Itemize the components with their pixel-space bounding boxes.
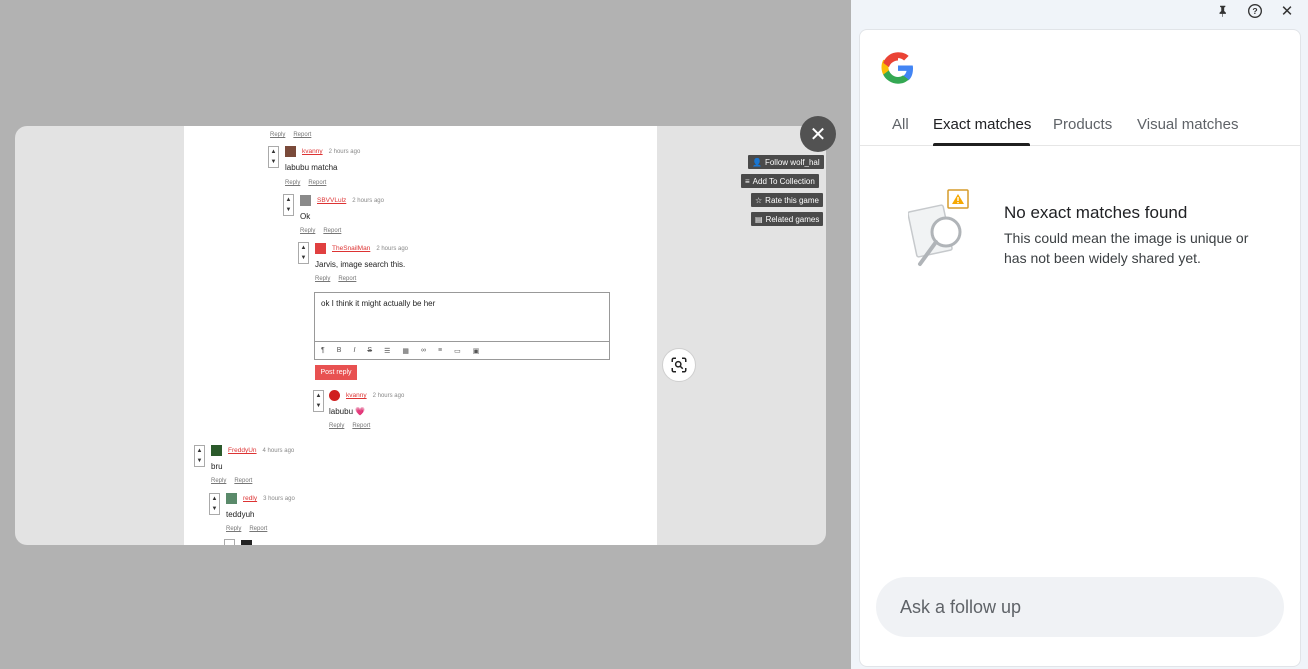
comment-text: bru — [211, 462, 223, 471]
pin-icon[interactable] — [1214, 2, 1232, 20]
vote-control: ▲ ▼ — [268, 146, 279, 168]
help-icon[interactable]: ? — [1246, 2, 1264, 20]
results-card: All Exact matches Products Visual matche… — [859, 29, 1301, 667]
tab-products[interactable]: Products — [1053, 116, 1112, 133]
comment-meta: FreddyUn 4 hours ago — [211, 445, 294, 456]
comment-time: 2 hours ago — [328, 148, 361, 155]
strikethrough-icon: S — [367, 347, 373, 354]
empty-state-title: No exact matches found — [1004, 203, 1188, 222]
comment-text: Ok — [300, 212, 311, 221]
vote-control: ▲ ▼ — [283, 194, 294, 216]
related-games-button: ▤ Related games — [751, 212, 824, 226]
comment-time: 3 hours ago — [263, 495, 295, 502]
follow-up-placeholder: Ask a follow up — [900, 596, 1022, 617]
comment-user: kvanny — [302, 148, 323, 155]
vote-control: ▲ ▼ — [194, 445, 205, 467]
comment-meta: SBVVLulz 2 hours ago — [300, 195, 384, 206]
follow-button: 👤 Follow wolf_hal — [748, 155, 824, 169]
comment-meta: redly 3 hours ago — [226, 493, 295, 504]
vote-control — [224, 539, 235, 545]
add-to-collection-button: ≡ Add To Collection — [741, 174, 819, 188]
comment-links: Reply Report — [270, 132, 312, 138]
tab-all[interactable]: All — [892, 116, 909, 133]
list-icon: ☰ — [384, 347, 391, 355]
avatar — [300, 195, 311, 206]
vote-control: ▲ ▼ — [298, 242, 309, 264]
reply-editor: ok I think it might actually be her ¶ B … — [314, 292, 610, 360]
empty-state-description: This could mean the image is unique or h… — [1004, 230, 1249, 266]
comment-text: labubu 💗 — [329, 407, 366, 416]
comment-meta: kvanny 2 hours ago — [329, 390, 404, 401]
paragraph-icon: ¶ — [321, 347, 325, 354]
comment-links: Reply Report — [285, 180, 327, 186]
results-tabs: All Exact matches Products Visual matche… — [860, 110, 1300, 146]
active-tab-indicator — [933, 143, 1030, 146]
comment-time: 2 hours ago — [352, 197, 384, 204]
comment-text: labubu matcha — [285, 163, 338, 172]
avatar — [226, 493, 237, 504]
bold-icon: B — [336, 347, 342, 354]
comment-time: 4 hours ago — [262, 447, 295, 454]
link-icon: ∞ — [420, 347, 426, 354]
post-reply-button: Post reply — [315, 365, 357, 380]
close-icon[interactable]: ✕ — [1278, 2, 1296, 20]
avatar — [241, 540, 252, 545]
comment-links: Reply Report — [226, 526, 268, 532]
close-preview-button[interactable]: ✕ — [800, 116, 836, 152]
rate-game-button: ☆ Rate this game — [751, 193, 823, 207]
vote-control: ▲ ▼ — [209, 493, 220, 515]
comment-text: teddyuh — [226, 510, 255, 519]
comment-meta: kvanny 2 hours ago — [285, 146, 360, 157]
svg-text:?: ? — [1252, 6, 1257, 16]
add-person-icon: 👤 — [752, 157, 762, 167]
comment-user: FreddyUn — [228, 447, 257, 454]
panel-topbar: ? ✕ — [1214, 2, 1296, 20]
embed-icon: ▭ — [454, 347, 461, 355]
editor-text: ok I think it might actually be her — [321, 299, 436, 308]
map-icon: ▤ — [755, 214, 763, 224]
comment-links: Reply Report — [329, 423, 371, 429]
playlist-add-icon: ≡ — [745, 176, 750, 186]
comment-user: redly — [243, 495, 258, 502]
comment-time: 2 hours ago — [376, 245, 409, 252]
comment-user: SBVVLulz — [317, 197, 347, 204]
comment-links: Reply Report — [211, 478, 253, 484]
lens-search-button[interactable] — [662, 348, 696, 382]
follow-up-input[interactable]: Ask a follow up — [876, 577, 1284, 637]
image-icon: ▣ — [472, 347, 480, 355]
italic-icon: I — [353, 347, 356, 354]
tab-exact-matches[interactable]: Exact matches — [933, 116, 1031, 133]
comment-user: TheSnailMan — [332, 245, 371, 252]
image-preview: Reply Report ▲ ▼ kvanny 2 hours ago labubu… — [15, 126, 826, 545]
avatar — [329, 390, 340, 401]
comment-links: Reply Report — [300, 228, 342, 234]
comment-meta: TheSnailMan 2 hours ago — [315, 243, 408, 254]
lens-side-panel: ? ✕ All Exact matches Products Visual ma… — [851, 0, 1308, 669]
editor-toolbar: ¶ B I S ☰ ▦ ∞ ≡ ▭ ▣ — [315, 341, 609, 359]
avatar — [315, 243, 326, 254]
comment-user: kvanny — [346, 392, 367, 399]
avatar — [211, 445, 222, 456]
table-icon: ▦ — [402, 347, 409, 355]
magnifier-warning-icon — [908, 189, 969, 266]
lens-icon — [671, 357, 687, 373]
vote-control: ▲ ▼ — [313, 390, 324, 412]
comment-links: Reply Report — [315, 276, 357, 282]
star-icon: ☆ — [755, 195, 763, 205]
tab-visual-matches[interactable]: Visual matches — [1137, 116, 1238, 133]
comment-text: Jarvis, image search this. — [315, 260, 406, 269]
google-logo — [881, 52, 913, 84]
close-icon: ✕ — [809, 123, 827, 146]
avatar — [285, 146, 296, 157]
comment-time: 2 hours ago — [372, 392, 405, 399]
align-icon: ≡ — [437, 347, 443, 354]
